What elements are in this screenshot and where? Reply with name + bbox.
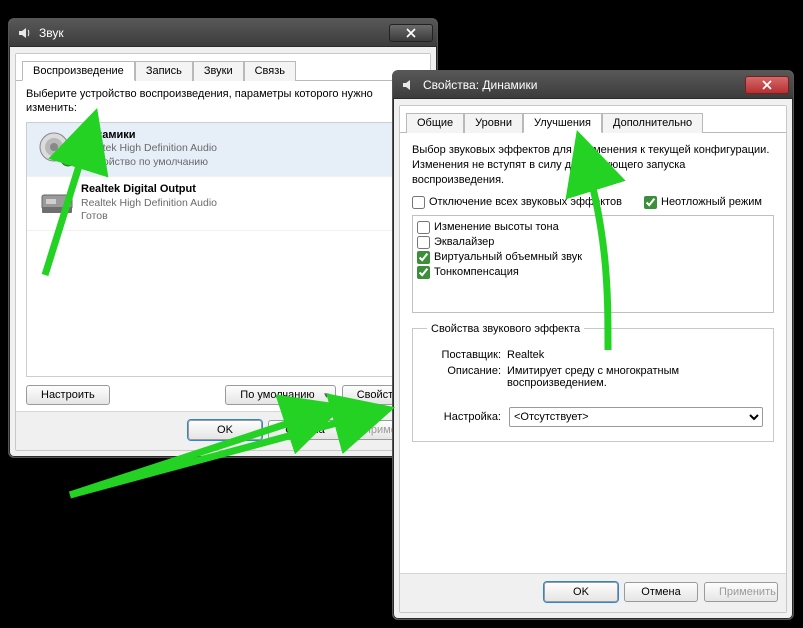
sound-client: Воспроизведение Запись Звуки Связь Выбер…	[15, 53, 431, 451]
device-icon-speaker	[35, 129, 81, 169]
props-tabbar: Общие Уровни Улучшения Дополнительно	[400, 106, 786, 133]
vendor-value: Realtek	[507, 349, 763, 361]
configure-button[interactable]: Настроить	[26, 385, 110, 405]
tab-enhancements[interactable]: Улучшения	[523, 113, 602, 133]
effect-item[interactable]: Эквалайзер	[417, 235, 769, 250]
sound-titlebar[interactable]: Звук	[9, 19, 437, 47]
tab-sounds[interactable]: Звуки	[193, 61, 244, 81]
effect-label: Эквалайзер	[434, 236, 494, 248]
device-name: Динамики	[81, 129, 136, 141]
effect-label: Виртуальный объемный звук	[434, 251, 582, 263]
effect-label: Тонкомпенсация	[434, 266, 519, 278]
cancel-button[interactable]: Отмена	[624, 582, 698, 602]
effect-properties-legend: Свойства звукового эффекта	[427, 323, 584, 335]
device-row[interactable]: Realtek Digital Output Realtek High Defi…	[27, 177, 419, 231]
config-select[interactable]: <Отсутствует>	[509, 407, 763, 427]
device-driver: Realtek High Definition Audio	[81, 142, 217, 154]
disable-all-label: Отключение всех звуковых эффектов	[429, 196, 622, 208]
tab-advanced[interactable]: Дополнительно	[602, 113, 703, 133]
set-default-button[interactable]: По умолчанию	[225, 385, 335, 405]
effect-label: Изменение высоты тона	[434, 221, 559, 233]
ok-button[interactable]: OK	[188, 420, 262, 440]
speaker-icon	[17, 25, 33, 41]
device-driver: Realtek High Definition Audio	[81, 197, 217, 209]
effect-checkbox[interactable]	[417, 221, 430, 234]
speaker-icon	[401, 77, 417, 93]
close-button[interactable]	[389, 24, 433, 42]
vendor-label: Поставщик:	[427, 349, 501, 361]
sound-instruction: Выберите устройство воспроизведения, пар…	[26, 87, 420, 116]
tab-playback[interactable]: Воспроизведение	[22, 61, 135, 81]
device-row[interactable]: Динамики Realtek High Definition Audio У…	[27, 123, 419, 177]
cancel-button[interactable]: Отмена	[268, 420, 342, 440]
device-name: Realtek Digital Output	[81, 183, 196, 195]
apply-button[interactable]: Применить	[704, 582, 778, 602]
tab-comms[interactable]: Связь	[244, 61, 296, 81]
effect-properties-group: Свойства звукового эффекта Поставщик: Re…	[412, 323, 774, 442]
properties-window: Свойства: Динамики Общие Уровни Улучшени…	[392, 70, 794, 620]
config-label: Настройка:	[427, 411, 501, 423]
desc-value: Имитирует среду с многократным воспроизв…	[507, 365, 763, 389]
tab-levels[interactable]: Уровни	[464, 113, 523, 133]
desc-label: Описание:	[427, 365, 501, 389]
device-status: Устройство по умолчанию	[81, 156, 208, 168]
disable-all-checkbox[interactable]: Отключение всех звуковых эффектов	[412, 196, 622, 209]
immediate-label: Неотложный режим	[661, 196, 762, 208]
sound-window: Звук Воспроизведение Запись Звуки Связь …	[8, 18, 438, 458]
sound-tabbar: Воспроизведение Запись Звуки Связь	[16, 54, 430, 81]
device-list[interactable]: Динамики Realtek High Definition Audio У…	[26, 122, 420, 377]
tab-recording[interactable]: Запись	[135, 61, 193, 81]
props-title: Свойства: Динамики	[423, 78, 745, 92]
immediate-checkbox[interactable]: Неотложный режим	[644, 196, 762, 209]
effect-item[interactable]: Изменение высоты тона	[417, 220, 769, 235]
props-titlebar[interactable]: Свойства: Динамики	[393, 71, 793, 99]
close-button[interactable]	[745, 76, 789, 94]
device-status: Готов	[81, 210, 108, 222]
device-icon-digital	[35, 183, 81, 223]
effect-checkbox[interactable]	[417, 266, 430, 279]
immediate-input[interactable]	[644, 196, 657, 209]
effect-checkbox[interactable]	[417, 251, 430, 264]
sound-title: Звук	[39, 26, 389, 40]
effects-list[interactable]: Изменение высоты тона Эквалайзер Виртуал…	[412, 215, 774, 313]
props-client: Общие Уровни Улучшения Дополнительно Выб…	[399, 105, 787, 613]
tab-general[interactable]: Общие	[406, 113, 464, 133]
effect-item[interactable]: Тонкомпенсация	[417, 265, 769, 280]
effect-item[interactable]: Виртуальный объемный звук	[417, 250, 769, 265]
effect-checkbox[interactable]	[417, 236, 430, 249]
disable-all-input[interactable]	[412, 196, 425, 209]
ok-button[interactable]: OK	[544, 582, 618, 602]
props-description: Выбор звуковых эффектов для применения к…	[412, 143, 774, 188]
